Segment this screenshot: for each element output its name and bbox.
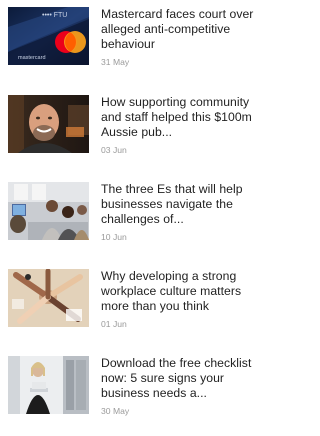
- list-item[interactable]: •••• FTU mastercard Mastercard faces cou…: [8, 7, 265, 87]
- list-item[interactable]: Why developing a strong workplace cultur…: [8, 269, 265, 349]
- woman-with-laptop-image: [8, 356, 89, 414]
- article-text: How supporting community and staff helpe…: [101, 95, 265, 156]
- office-team-image: [8, 182, 89, 240]
- list-item[interactable]: How supporting community and staff helpe…: [8, 95, 265, 175]
- article-date: 30 May: [101, 405, 130, 416]
- article-text: Why developing a strong workplace cultur…: [101, 269, 265, 330]
- list-item[interactable]: Download the free checklist now: 5 sure …: [8, 356, 265, 436]
- article-headline[interactable]: Why developing a strong workplace cultur…: [101, 269, 265, 315]
- article-date: 03 Jun: [101, 144, 127, 155]
- article-date: 31 May: [101, 56, 130, 67]
- article-text: Mastercard faces court over alleged anti…: [101, 7, 265, 68]
- svg-text:mastercard: mastercard: [18, 55, 46, 61]
- article-headline[interactable]: The three Es that will help businesses n…: [101, 182, 265, 228]
- office-meeting-thumbnail[interactable]: [8, 182, 89, 240]
- mastercard-card-image: •••• FTU mastercard: [8, 7, 89, 65]
- list-item[interactable]: The three Es that will help businesses n…: [8, 182, 265, 262]
- article-headline[interactable]: How supporting community and staff helpe…: [101, 95, 265, 141]
- article-date: 01 Jun: [101, 318, 127, 329]
- mastercard-thumbnail[interactable]: •••• FTU mastercard: [8, 7, 89, 65]
- checklist-thumbnail[interactable]: [8, 356, 89, 414]
- article-text: The three Es that will help businesses n…: [101, 182, 265, 243]
- smiling-man-image: [8, 95, 89, 153]
- article-date: 10 Jun: [101, 231, 127, 242]
- article-headline[interactable]: Download the free checklist now: 5 sure …: [101, 356, 265, 402]
- hands-on-table-image: [8, 269, 89, 327]
- article-text: Download the free checklist now: 5 sure …: [101, 356, 265, 417]
- pub-owner-thumbnail[interactable]: [8, 95, 89, 153]
- article-headline[interactable]: Mastercard faces court over alleged anti…: [101, 7, 265, 53]
- workplace-culture-thumbnail[interactable]: [8, 269, 89, 327]
- news-list: •••• FTU mastercard Mastercard faces cou…: [0, 0, 265, 421]
- svg-text:•••• FTU: •••• FTU: [42, 12, 67, 19]
